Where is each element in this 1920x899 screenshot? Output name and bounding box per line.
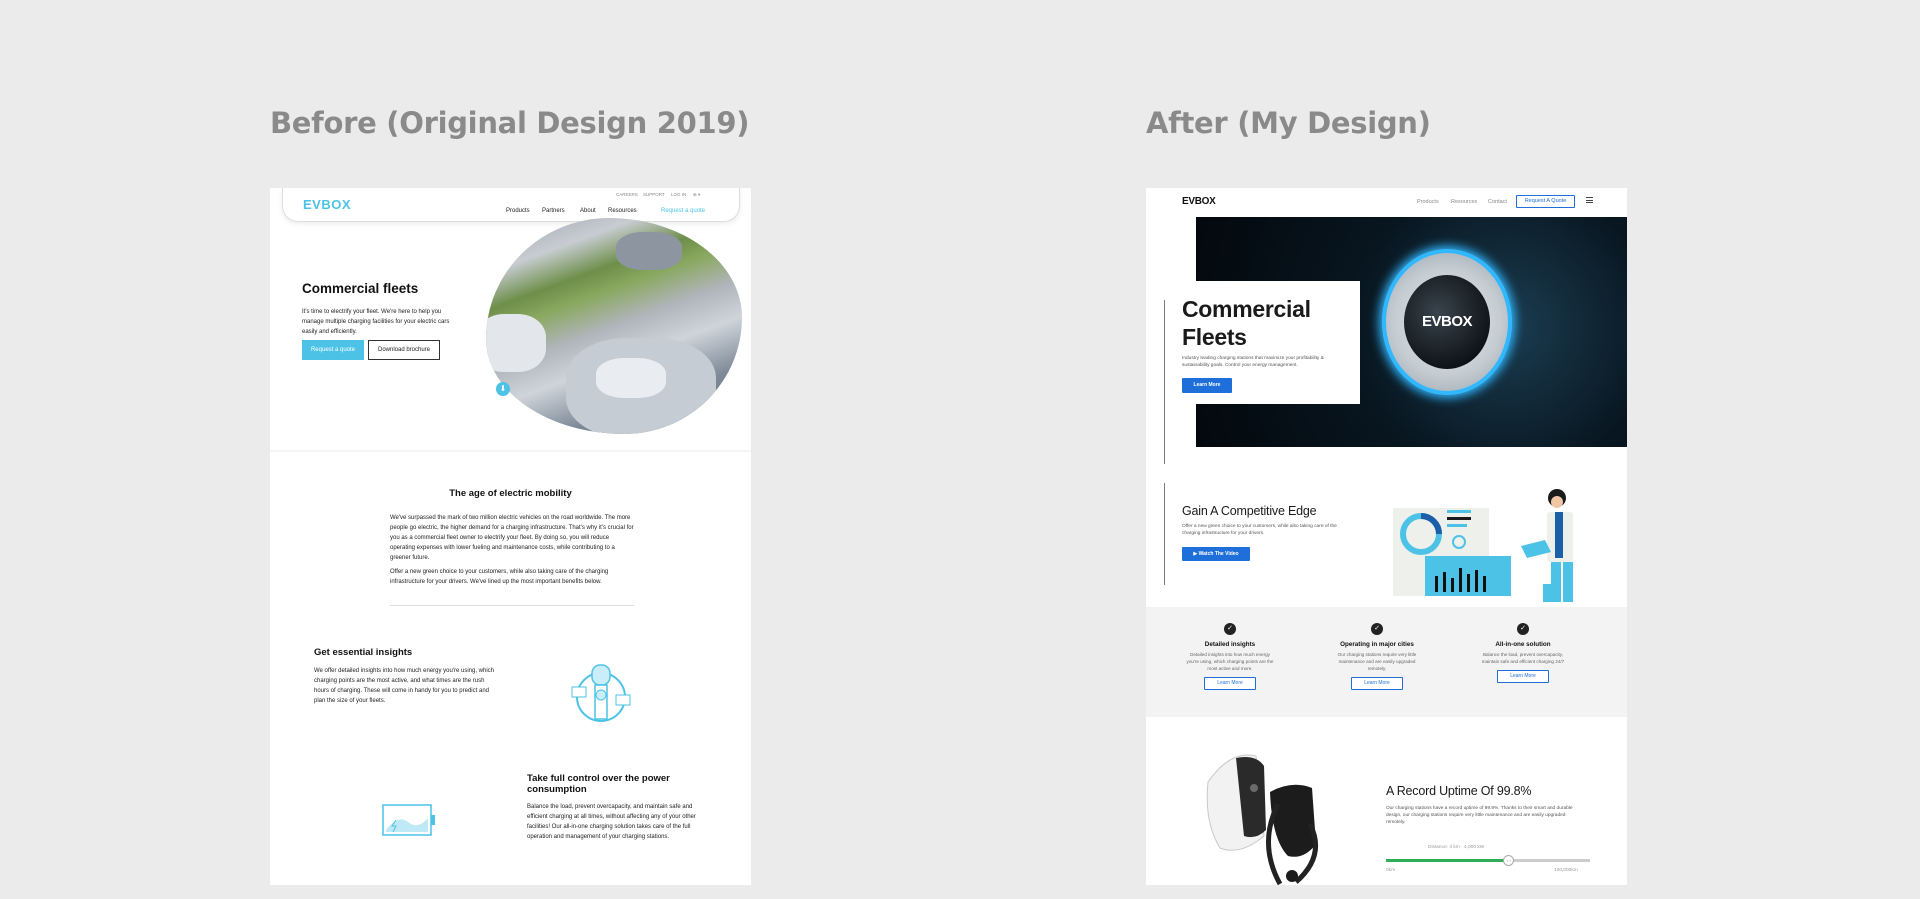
before-logo[interactable]: EVBOX bbox=[303, 197, 351, 212]
feature-learn-more-button[interactable]: Learn More bbox=[1351, 677, 1403, 690]
insights-text: We offer detailed insights into how much… bbox=[314, 668, 495, 704]
section-divider bbox=[270, 450, 751, 452]
after-hero-text: Industry leading charging stations that … bbox=[1182, 356, 1324, 368]
hero-accent-line bbox=[1164, 300, 1165, 464]
after-design-frame: EVBOX Products Resources Contact Request… bbox=[1146, 188, 1627, 885]
nav-resources[interactable]: Resources bbox=[1451, 199, 1477, 205]
after-logo[interactable]: EVBOX bbox=[1182, 196, 1216, 207]
feature-card: ✓ All-in-one solution Balance the load, … bbox=[1468, 607, 1578, 683]
charger-insights-icon bbox=[571, 664, 631, 722]
control-title: Take full control over the power consump… bbox=[527, 773, 670, 795]
nav-products[interactable]: Products bbox=[506, 208, 530, 214]
download-brochure-button[interactable]: Download brochure bbox=[368, 340, 440, 360]
slider-max-label: 100,000km bbox=[1554, 868, 1578, 873]
features-section: ✓ Detailed insights Detailed insights in… bbox=[1146, 607, 1627, 717]
watch-video-button[interactable]: ▶ Watch The Video bbox=[1182, 547, 1250, 561]
uptime-slider-handle[interactable]: ‹ › bbox=[1503, 855, 1515, 866]
hero-learn-more-button[interactable]: Learn More bbox=[1182, 378, 1232, 393]
before-heading: Before (Original Design 2019) bbox=[270, 106, 750, 140]
age-title: The age of electric mobility bbox=[449, 488, 572, 499]
control-text: Balance the load, prevent overcapacity, … bbox=[527, 804, 696, 840]
uptime-title: A Record Uptime Of 99.8% bbox=[1386, 784, 1532, 798]
nav-contact[interactable]: Contact bbox=[1488, 199, 1507, 205]
nav-support-link[interactable]: SUPPORT bbox=[643, 192, 665, 197]
feature-text: Detailed insights into how much energy y… bbox=[1186, 652, 1274, 671]
feature-title: All-in-one solution bbox=[1495, 641, 1551, 648]
feature-learn-more-button[interactable]: Learn More bbox=[1497, 670, 1549, 683]
feature-title: Detailed insights bbox=[1204, 641, 1256, 648]
uptime-text: Our charging stations have a record upti… bbox=[1386, 806, 1573, 825]
after-hero-title: Commercial Fleets bbox=[1182, 296, 1311, 350]
request-quote-button[interactable]: Request a quote bbox=[302, 340, 364, 360]
nav-products[interactable]: Products bbox=[1417, 199, 1439, 205]
hero-parking-photo bbox=[486, 218, 742, 434]
before-hero-title: Commercial fleets bbox=[302, 281, 419, 296]
after-heading: After (My Design) bbox=[1146, 106, 1431, 140]
nav-partners[interactable]: Partners bbox=[542, 208, 565, 214]
before-navbar: EVBOX CAREERS SUPPORT LOG IN ⊕ ▾ Product… bbox=[282, 188, 740, 222]
feature-card: ✓ Operating in major cities Our charging… bbox=[1322, 607, 1432, 690]
scroll-down-icon[interactable]: ⬇ bbox=[496, 382, 510, 396]
nav-resources[interactable]: Resources bbox=[608, 208, 637, 214]
feature-title: Operating in major cities bbox=[1340, 641, 1414, 648]
feature-text: Our charging stations require very littl… bbox=[1337, 652, 1417, 671]
before-design-frame: EVBOX CAREERS SUPPORT LOG IN ⊕ ▾ Product… bbox=[270, 188, 751, 885]
slider-min-label: 0km bbox=[1386, 868, 1396, 873]
age-paragraph-1: We've surpassed the mark of two million … bbox=[390, 515, 634, 561]
analytics-illustration bbox=[1393, 489, 1573, 602]
checkmark-icon: ✓ bbox=[1371, 623, 1383, 635]
edge-text: Offer a new green choice to your custome… bbox=[1182, 524, 1337, 536]
nav-careers-link[interactable]: CAREERS bbox=[616, 192, 638, 197]
insights-title: Get essential insights bbox=[314, 647, 413, 658]
edge-accent-line bbox=[1164, 483, 1165, 585]
feature-learn-more-button[interactable]: Learn More bbox=[1204, 677, 1256, 690]
request-quote-button[interactable]: Request A Quote bbox=[1516, 195, 1575, 208]
nav-request-quote[interactable]: Request a quote bbox=[661, 208, 705, 214]
battery-icon bbox=[382, 804, 435, 836]
uptime-slider-fill bbox=[1386, 859, 1509, 862]
before-hero-text: It's time to electrify your fleet. We're… bbox=[302, 309, 450, 335]
wall-charger-image bbox=[1206, 754, 1319, 885]
checkmark-icon: ✓ bbox=[1224, 623, 1236, 635]
checkmark-icon: ✓ bbox=[1517, 623, 1529, 635]
hamburger-menu-icon[interactable] bbox=[1586, 197, 1593, 203]
slider-value-label: Distance: 4 km · 4,000 kW bbox=[1428, 845, 1485, 850]
feature-text: Balance the load, prevent overcapacity, … bbox=[1481, 652, 1565, 664]
nav-about[interactable]: About bbox=[580, 208, 596, 214]
feature-card: ✓ Detailed insights Detailed insights in… bbox=[1175, 607, 1285, 690]
nav-login-link[interactable]: LOG IN bbox=[671, 192, 686, 197]
age-divider bbox=[390, 605, 634, 606]
device-logo: EVBOX bbox=[1421, 313, 1473, 330]
age-paragraph-2: Offer a new green choice to your custome… bbox=[390, 569, 609, 585]
language-globe-icon[interactable]: ⊕ ▾ bbox=[693, 192, 700, 198]
edge-title: Gain A Competitive Edge bbox=[1182, 504, 1317, 518]
charger-device: EVBOX bbox=[1382, 249, 1512, 395]
